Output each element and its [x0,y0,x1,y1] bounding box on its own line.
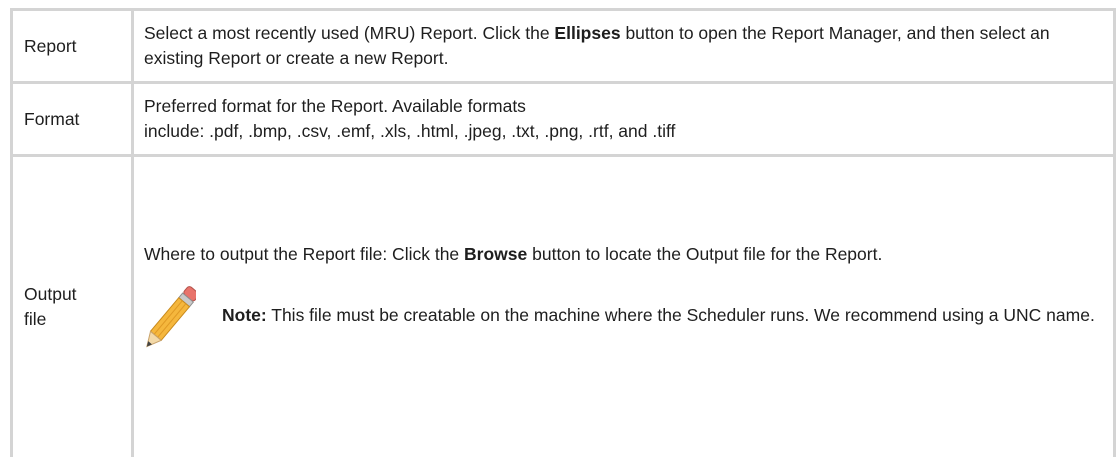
desc-text: button to locate the Output file for the… [527,244,882,264]
note-label: Note: [222,305,267,325]
parameter-table-container: Report Select a most recently used (MRU)… [0,0,1116,404]
note-text: Note: This file must be creatable on the… [222,303,1095,328]
param-name-label: Output file [24,282,84,332]
table-row: Format Preferred format for the Report. … [12,83,1115,156]
param-name-output-file: Output file [12,156,133,457]
desc-line: Preferred format for the Report. Availab… [144,94,1103,119]
note-body: This file must be creatable on the machi… [267,305,1095,325]
param-desc-output-file: Where to output the Report file: Click t… [133,156,1115,457]
note-callout: Note: This file must be creatable on the… [144,291,1103,359]
desc-text: Select a most recently used (MRU) Report… [144,23,554,43]
param-desc-format: Preferred format for the Report. Availab… [133,83,1115,156]
desc-bold: Browse [464,244,527,264]
desc-line: include: .pdf, .bmp, .csv, .emf, .xls, .… [144,119,1103,144]
desc-bold: Ellipses [554,23,620,43]
param-name-format: Format [12,83,133,156]
desc-text: Where to output the Report file: Click t… [144,244,464,264]
parameter-table: Report Select a most recently used (MRU)… [10,8,1116,457]
table-row: Output file Where to output the Report f… [12,156,1115,457]
pencil-icon [144,279,196,359]
param-name-report: Report [12,10,133,83]
param-desc-report: Select a most recently used (MRU) Report… [133,10,1115,83]
table-row: Report Select a most recently used (MRU)… [12,10,1115,83]
